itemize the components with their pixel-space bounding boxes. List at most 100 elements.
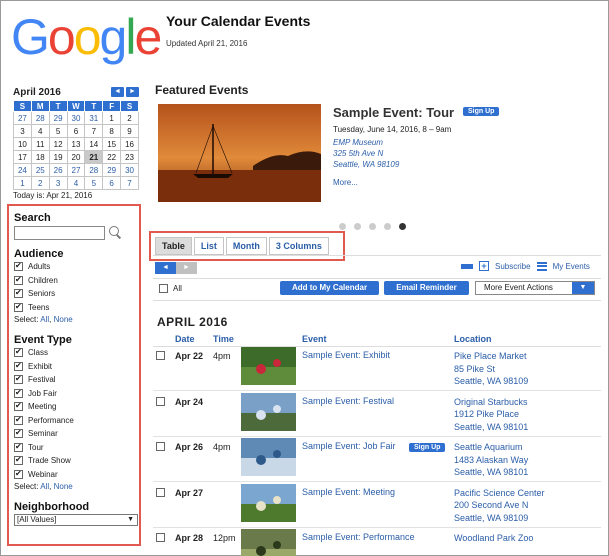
calendar-day[interactable]: 23 xyxy=(120,150,139,164)
calendar-day[interactable]: 11 xyxy=(30,137,50,151)
carousel-dot[interactable] xyxy=(384,223,391,230)
my-events-link[interactable]: My Events xyxy=(553,262,590,271)
featured-more-link[interactable]: More... xyxy=(333,178,358,187)
event-type-option[interactable]: Trade Show xyxy=(14,454,134,468)
calendar-day[interactable]: 1 xyxy=(102,111,122,125)
more-event-actions-button[interactable]: More Event Actions ▼ xyxy=(475,281,595,295)
row-checkbox[interactable] xyxy=(156,487,165,497)
row-location-link[interactable]: Pacific Science Center 200 Second Ave N Se… xyxy=(454,487,545,525)
calendar-day[interactable]: 10 xyxy=(13,137,32,151)
event-type-checkbox[interactable] xyxy=(14,442,23,452)
calendar-day[interactable]: 28 xyxy=(84,163,104,177)
mini-calendar-next-button[interactable]: ► xyxy=(126,87,139,97)
row-event-link[interactable]: Sample Event: Festival xyxy=(302,396,394,406)
calendar-day[interactable]: 24 xyxy=(13,163,32,177)
col-date[interactable]: Date xyxy=(175,334,195,344)
calendar-day[interactable]: 18 xyxy=(30,150,50,164)
event-type-checkbox[interactable] xyxy=(14,455,23,466)
event-thumbnail[interactable] xyxy=(241,483,296,522)
calendar-day[interactable]: 7 xyxy=(120,176,139,190)
audience-select-all-link[interactable]: All xyxy=(40,315,49,324)
carousel-dot[interactable] xyxy=(339,223,346,230)
tab-month[interactable]: Month xyxy=(225,237,267,255)
calendar-day[interactable]: 30 xyxy=(120,163,139,177)
calendar-day[interactable]: 9 xyxy=(120,124,139,138)
calendar-day[interactable]: 16 xyxy=(120,137,139,151)
row-checkbox[interactable] xyxy=(156,442,165,451)
audience-option[interactable]: Teens xyxy=(14,301,134,315)
carousel-dot-active[interactable] xyxy=(399,223,406,230)
event-type-checkbox[interactable] xyxy=(14,374,23,385)
calendar-day[interactable]: 17 xyxy=(13,150,32,164)
calendar-day[interactable]: 27 xyxy=(66,163,86,177)
audience-option[interactable]: Adults xyxy=(14,260,134,274)
calendar-day[interactable]: 6 xyxy=(102,176,122,190)
neighborhood-select[interactable]: [All Values] ▼ xyxy=(14,514,138,526)
event-type-option[interactable]: Exhibit xyxy=(14,360,134,374)
tab-3-columns[interactable]: 3 Columns xyxy=(268,237,329,255)
search-icon[interactable] xyxy=(109,226,123,240)
row-checkbox[interactable] xyxy=(156,396,165,406)
row-location-link[interactable]: Woodland Park Zoo xyxy=(454,532,533,545)
calendar-day[interactable]: 1 xyxy=(13,176,32,190)
calendar-day[interactable]: 27 xyxy=(13,111,32,125)
calendar-day[interactable]: 28 xyxy=(30,111,50,125)
calendar-day[interactable]: 5 xyxy=(48,124,68,138)
calendar-day[interactable]: 21 xyxy=(84,150,104,164)
calendar-day[interactable]: 8 xyxy=(102,124,122,138)
event-type-checkbox[interactable] xyxy=(14,361,23,371)
row-signup-button[interactable]: Sign Up xyxy=(409,443,446,452)
calendar-day[interactable]: 25 xyxy=(30,163,50,177)
list-next-button[interactable]: ► xyxy=(176,262,197,274)
row-checkbox[interactable] xyxy=(156,351,165,360)
calendar-day[interactable]: 3 xyxy=(48,176,68,190)
calendar-day[interactable]: 4 xyxy=(30,124,50,138)
event-thumbnail[interactable] xyxy=(241,438,296,476)
event-type-option[interactable]: Seminar xyxy=(14,427,134,441)
calendar-day[interactable]: 5 xyxy=(84,176,104,190)
calendar-day[interactable]: 31 xyxy=(84,111,104,125)
search-input[interactable] xyxy=(14,226,105,240)
row-event-link[interactable]: Sample Event: Meeting xyxy=(302,487,395,497)
calendar-day[interactable]: 7 xyxy=(84,124,104,138)
row-location-link[interactable]: Original Starbucks 1912 Pike Place Seattle… xyxy=(454,396,528,434)
event-type-checkbox[interactable] xyxy=(14,415,23,425)
event-type-checkbox[interactable] xyxy=(14,347,23,358)
audience-checkbox[interactable] xyxy=(14,288,23,299)
featured-event-image[interactable] xyxy=(158,104,321,202)
list-prev-button[interactable]: ◄ xyxy=(155,262,176,274)
featured-signup-button[interactable]: Sign Up xyxy=(463,107,500,116)
row-location-link[interactable]: Seattle Aquarium 1483 Alaskan Way Seattle,… xyxy=(454,441,528,479)
featured-event-title[interactable]: Sample Event: Tour xyxy=(333,105,454,120)
calendar-day[interactable]: 2 xyxy=(30,176,50,190)
carousel-dot[interactable] xyxy=(354,223,361,230)
event-type-option[interactable]: Tour xyxy=(14,441,134,455)
carousel-dot[interactable] xyxy=(369,223,376,230)
calendar-day[interactable]: 29 xyxy=(48,111,68,125)
col-location[interactable]: Location xyxy=(454,334,492,344)
calendar-day[interactable]: 30 xyxy=(66,111,86,125)
row-location-link[interactable]: Pike Place Market 85 Pike St Seattle, WA 9… xyxy=(454,350,528,388)
calendar-day[interactable]: 4 xyxy=(66,176,86,190)
event-type-option[interactable]: Job Fair xyxy=(14,387,134,401)
audience-checkbox[interactable] xyxy=(14,261,23,272)
row-event-link[interactable]: Sample Event: Job Fair xyxy=(302,441,396,451)
event-type-option[interactable]: Meeting xyxy=(14,400,134,414)
col-event[interactable]: Event xyxy=(302,334,327,344)
event-type-option[interactable]: Class xyxy=(14,346,134,360)
event-type-option[interactable]: Performance xyxy=(14,414,134,428)
tab-list[interactable]: List xyxy=(193,237,224,255)
email-reminder-button[interactable]: Email Reminder xyxy=(384,281,469,295)
event-type-checkbox[interactable] xyxy=(14,401,23,412)
subscribe-link[interactable]: Subscribe xyxy=(495,262,531,271)
event-type-checkbox[interactable] xyxy=(14,388,23,398)
row-event-link[interactable]: Sample Event: Exhibit xyxy=(302,350,390,360)
event-thumbnail[interactable] xyxy=(241,347,296,385)
featured-event-location[interactable]: EMP Museum 325 5th Ave N Seattle, WA 981… xyxy=(333,137,399,170)
calendar-day[interactable]: 20 xyxy=(66,150,86,164)
event-thumbnail[interactable] xyxy=(241,392,296,431)
row-event-link[interactable]: Sample Event: Performance xyxy=(302,532,415,542)
calendar-day[interactable]: 15 xyxy=(102,137,122,151)
event-type-select-all-link[interactable]: All xyxy=(40,482,49,491)
audience-option[interactable]: Seniors xyxy=(14,287,134,301)
